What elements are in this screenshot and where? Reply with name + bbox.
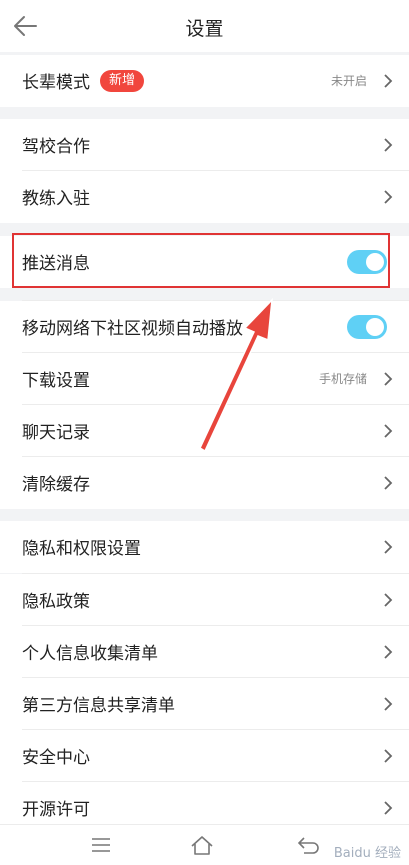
chevron-right-icon [384, 138, 393, 152]
home-icon[interactable] [189, 834, 215, 856]
top-bar: 设置 [0, 0, 409, 52]
highlight-box [12, 233, 390, 288]
back-icon[interactable] [296, 835, 320, 855]
row-label: 聊天记录 [22, 423, 90, 443]
settings-row-info-collection[interactable]: 个人信息收集清单 [0, 626, 409, 678]
menu-icon[interactable] [90, 836, 112, 854]
chevron-right-icon [384, 190, 393, 204]
row-value: 未开启 [330, 74, 367, 88]
chevron-right-icon [384, 540, 393, 554]
chevron-right-icon [384, 697, 393, 711]
row-label: 第三方信息共享清单 [22, 696, 175, 716]
row-value: 手机存储 [318, 372, 367, 386]
row-label: 移动网络下社区视频自动播放 [22, 319, 243, 339]
settings-row-coach-join[interactable]: 教练入驻 [0, 171, 409, 223]
chevron-right-icon [384, 424, 393, 438]
settings-row-clear-cache[interactable]: 清除缓存 [0, 457, 409, 509]
chevron-right-icon [384, 749, 393, 763]
autoplay-toggle[interactable] [347, 315, 387, 339]
page-title: 设置 [185, 18, 224, 40]
settings-row-driving-school[interactable]: 驾校合作 [0, 119, 409, 171]
row-label: 隐私和权限设置 [22, 539, 141, 559]
settings-row-third-party-sharing[interactable]: 第三方信息共享清单 [0, 678, 409, 730]
chevron-right-icon [384, 801, 393, 815]
row-label: 驾校合作 [22, 137, 90, 157]
chevron-right-icon [384, 593, 393, 607]
row-label: 下载设置 [22, 371, 90, 391]
watermark: Baidu 经验 [333, 846, 401, 861]
row-label: 长辈模式 [22, 73, 90, 93]
settings-row-privacy-permissions[interactable]: 隐私和权限设置 [0, 521, 409, 573]
row-label: 教练入驻 [22, 189, 90, 209]
system-nav-bar: Baidu 经验 [0, 824, 409, 865]
toggle-knob [366, 318, 384, 336]
chevron-right-icon [384, 74, 393, 88]
new-badge: 新增 [100, 70, 145, 92]
row-label: 开源许可 [22, 800, 90, 820]
settings-row-autoplay[interactable]: 移动网络下社区视频自动播放 [0, 301, 409, 353]
chevron-right-icon [384, 476, 393, 490]
settings-row-elder-mode[interactable]: 长辈模式 新增 未开启 [0, 55, 409, 107]
row-label: 清除缓存 [22, 475, 90, 495]
row-label: 个人信息收集清单 [22, 644, 158, 664]
chevron-right-icon [384, 645, 393, 659]
settings-row-privacy-policy[interactable]: 隐私政策 [0, 574, 409, 626]
settings-row-download[interactable]: 下载设置 手机存储 [0, 353, 409, 405]
settings-row-security-center[interactable]: 安全中心 [0, 730, 409, 782]
row-label: 隐私政策 [22, 592, 90, 612]
chevron-right-icon [384, 372, 393, 386]
settings-row-chat-history[interactable]: 聊天记录 [0, 405, 409, 457]
row-label: 安全中心 [22, 748, 90, 768]
